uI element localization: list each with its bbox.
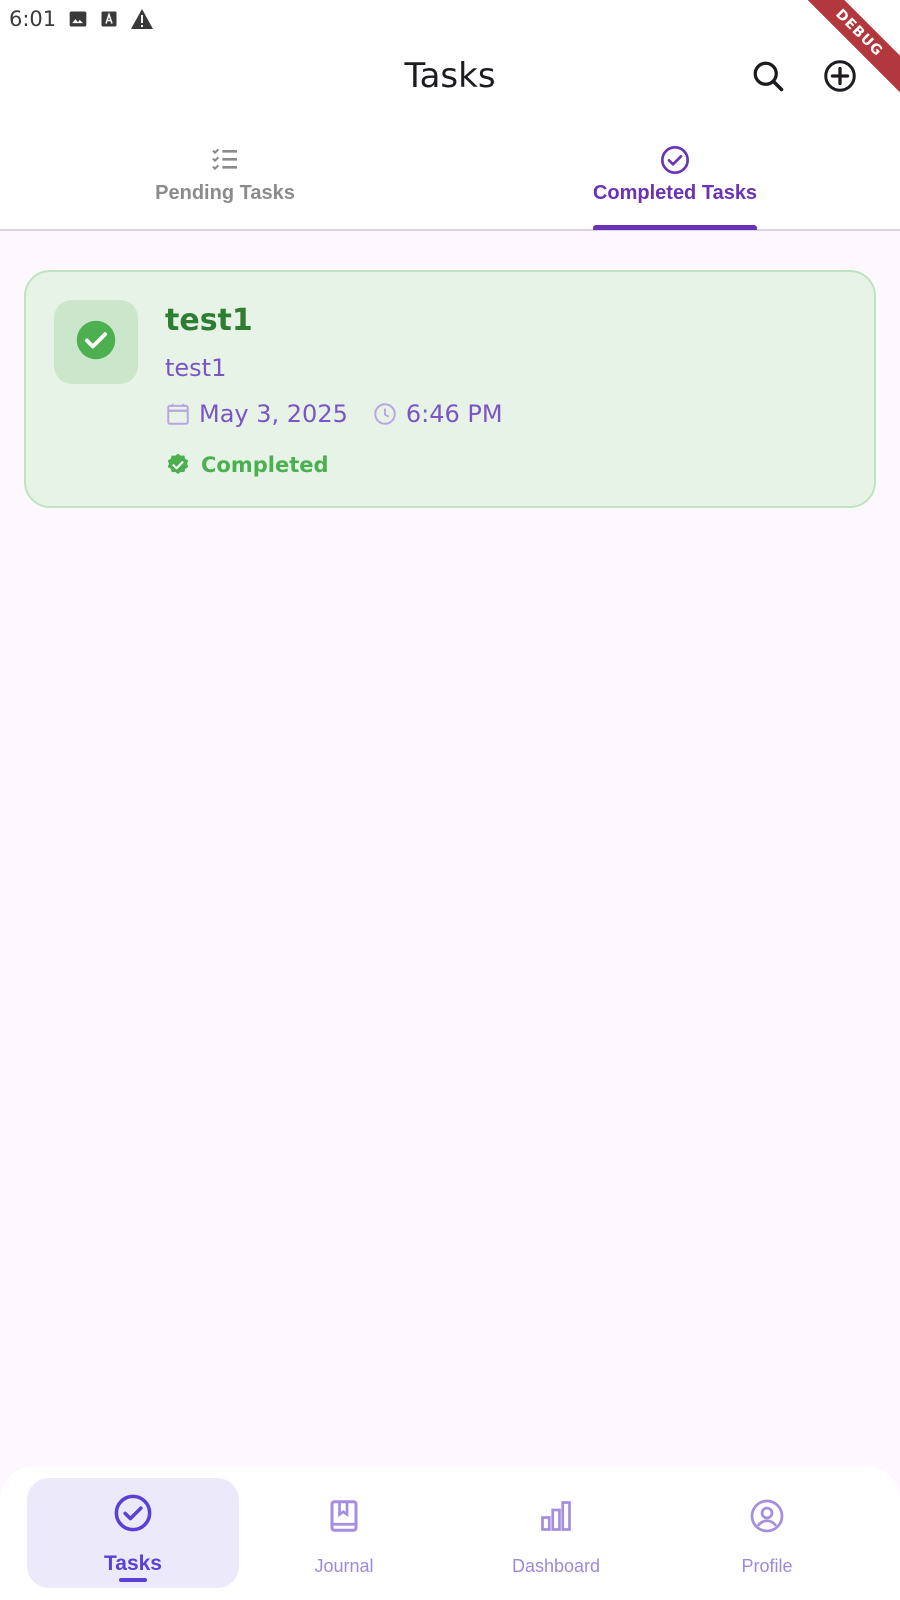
book-icon: [326, 1498, 362, 1539]
check-circle-filled-icon: [75, 319, 117, 366]
task-time: 6:46 PM: [405, 400, 503, 428]
task-complete-toggle[interactable]: [54, 300, 138, 384]
checklist-icon: [209, 144, 241, 181]
tab-indicator: [593, 225, 757, 230]
status-time: 6:01: [9, 7, 57, 31]
verified-icon: [165, 452, 191, 478]
nav-label: Tasks: [104, 1552, 162, 1575]
warning-icon: [130, 8, 154, 35]
nav-label: Dashboard: [511, 1556, 601, 1576]
app-bar: Tasks: [0, 40, 900, 116]
tab-label: Completed Tasks: [592, 182, 758, 204]
nav-item-dashboard[interactable]: Dashboard: [450, 1478, 662, 1588]
tab-pending-tasks[interactable]: Pending Tasks: [0, 130, 450, 229]
nav-label: Journal: [314, 1556, 374, 1576]
add-task-button[interactable]: [818, 56, 862, 100]
check-circle-icon: [659, 144, 691, 181]
status-badge: Completed: [165, 452, 329, 478]
bottom-nav: Tasks Journal Dashboard Profile: [0, 1466, 900, 1600]
image-icon: [68, 9, 88, 34]
task-meta: May 3, 2025 6:46 PM: [165, 400, 503, 428]
account-circle-icon: [749, 1498, 785, 1539]
tab-completed-tasks[interactable]: Completed Tasks: [450, 130, 900, 229]
task-title: test1: [165, 303, 253, 338]
task-tabs: Pending Tasks Completed Tasks: [0, 130, 900, 231]
nav-active-indicator: [119, 1578, 147, 1582]
clock-icon: [372, 401, 398, 427]
search-icon: [750, 58, 786, 99]
status-icons: [68, 8, 154, 35]
status-bar: 6:01 DEBUG: [0, 0, 900, 103]
bar-chart-icon: [538, 1498, 574, 1539]
task-card[interactable]: test1 test1 May 3, 2025 6:46 PM Complete…: [24, 270, 876, 508]
nav-item-profile[interactable]: Profile: [661, 1478, 873, 1588]
nav-item-journal[interactable]: Journal: [238, 1478, 450, 1588]
task-status-label: Completed: [201, 453, 329, 477]
search-button[interactable]: [746, 56, 790, 100]
nav-item-tasks[interactable]: Tasks: [27, 1478, 239, 1588]
tab-label: Pending Tasks: [155, 182, 295, 204]
calendar-icon: [165, 401, 191, 427]
add-circle-icon: [822, 58, 858, 99]
check-circle-icon: [112, 1492, 154, 1539]
text-a-icon: [100, 9, 118, 34]
nav-label: Profile: [741, 1556, 793, 1576]
task-description: test1: [165, 354, 227, 382]
task-date: May 3, 2025: [199, 400, 348, 428]
